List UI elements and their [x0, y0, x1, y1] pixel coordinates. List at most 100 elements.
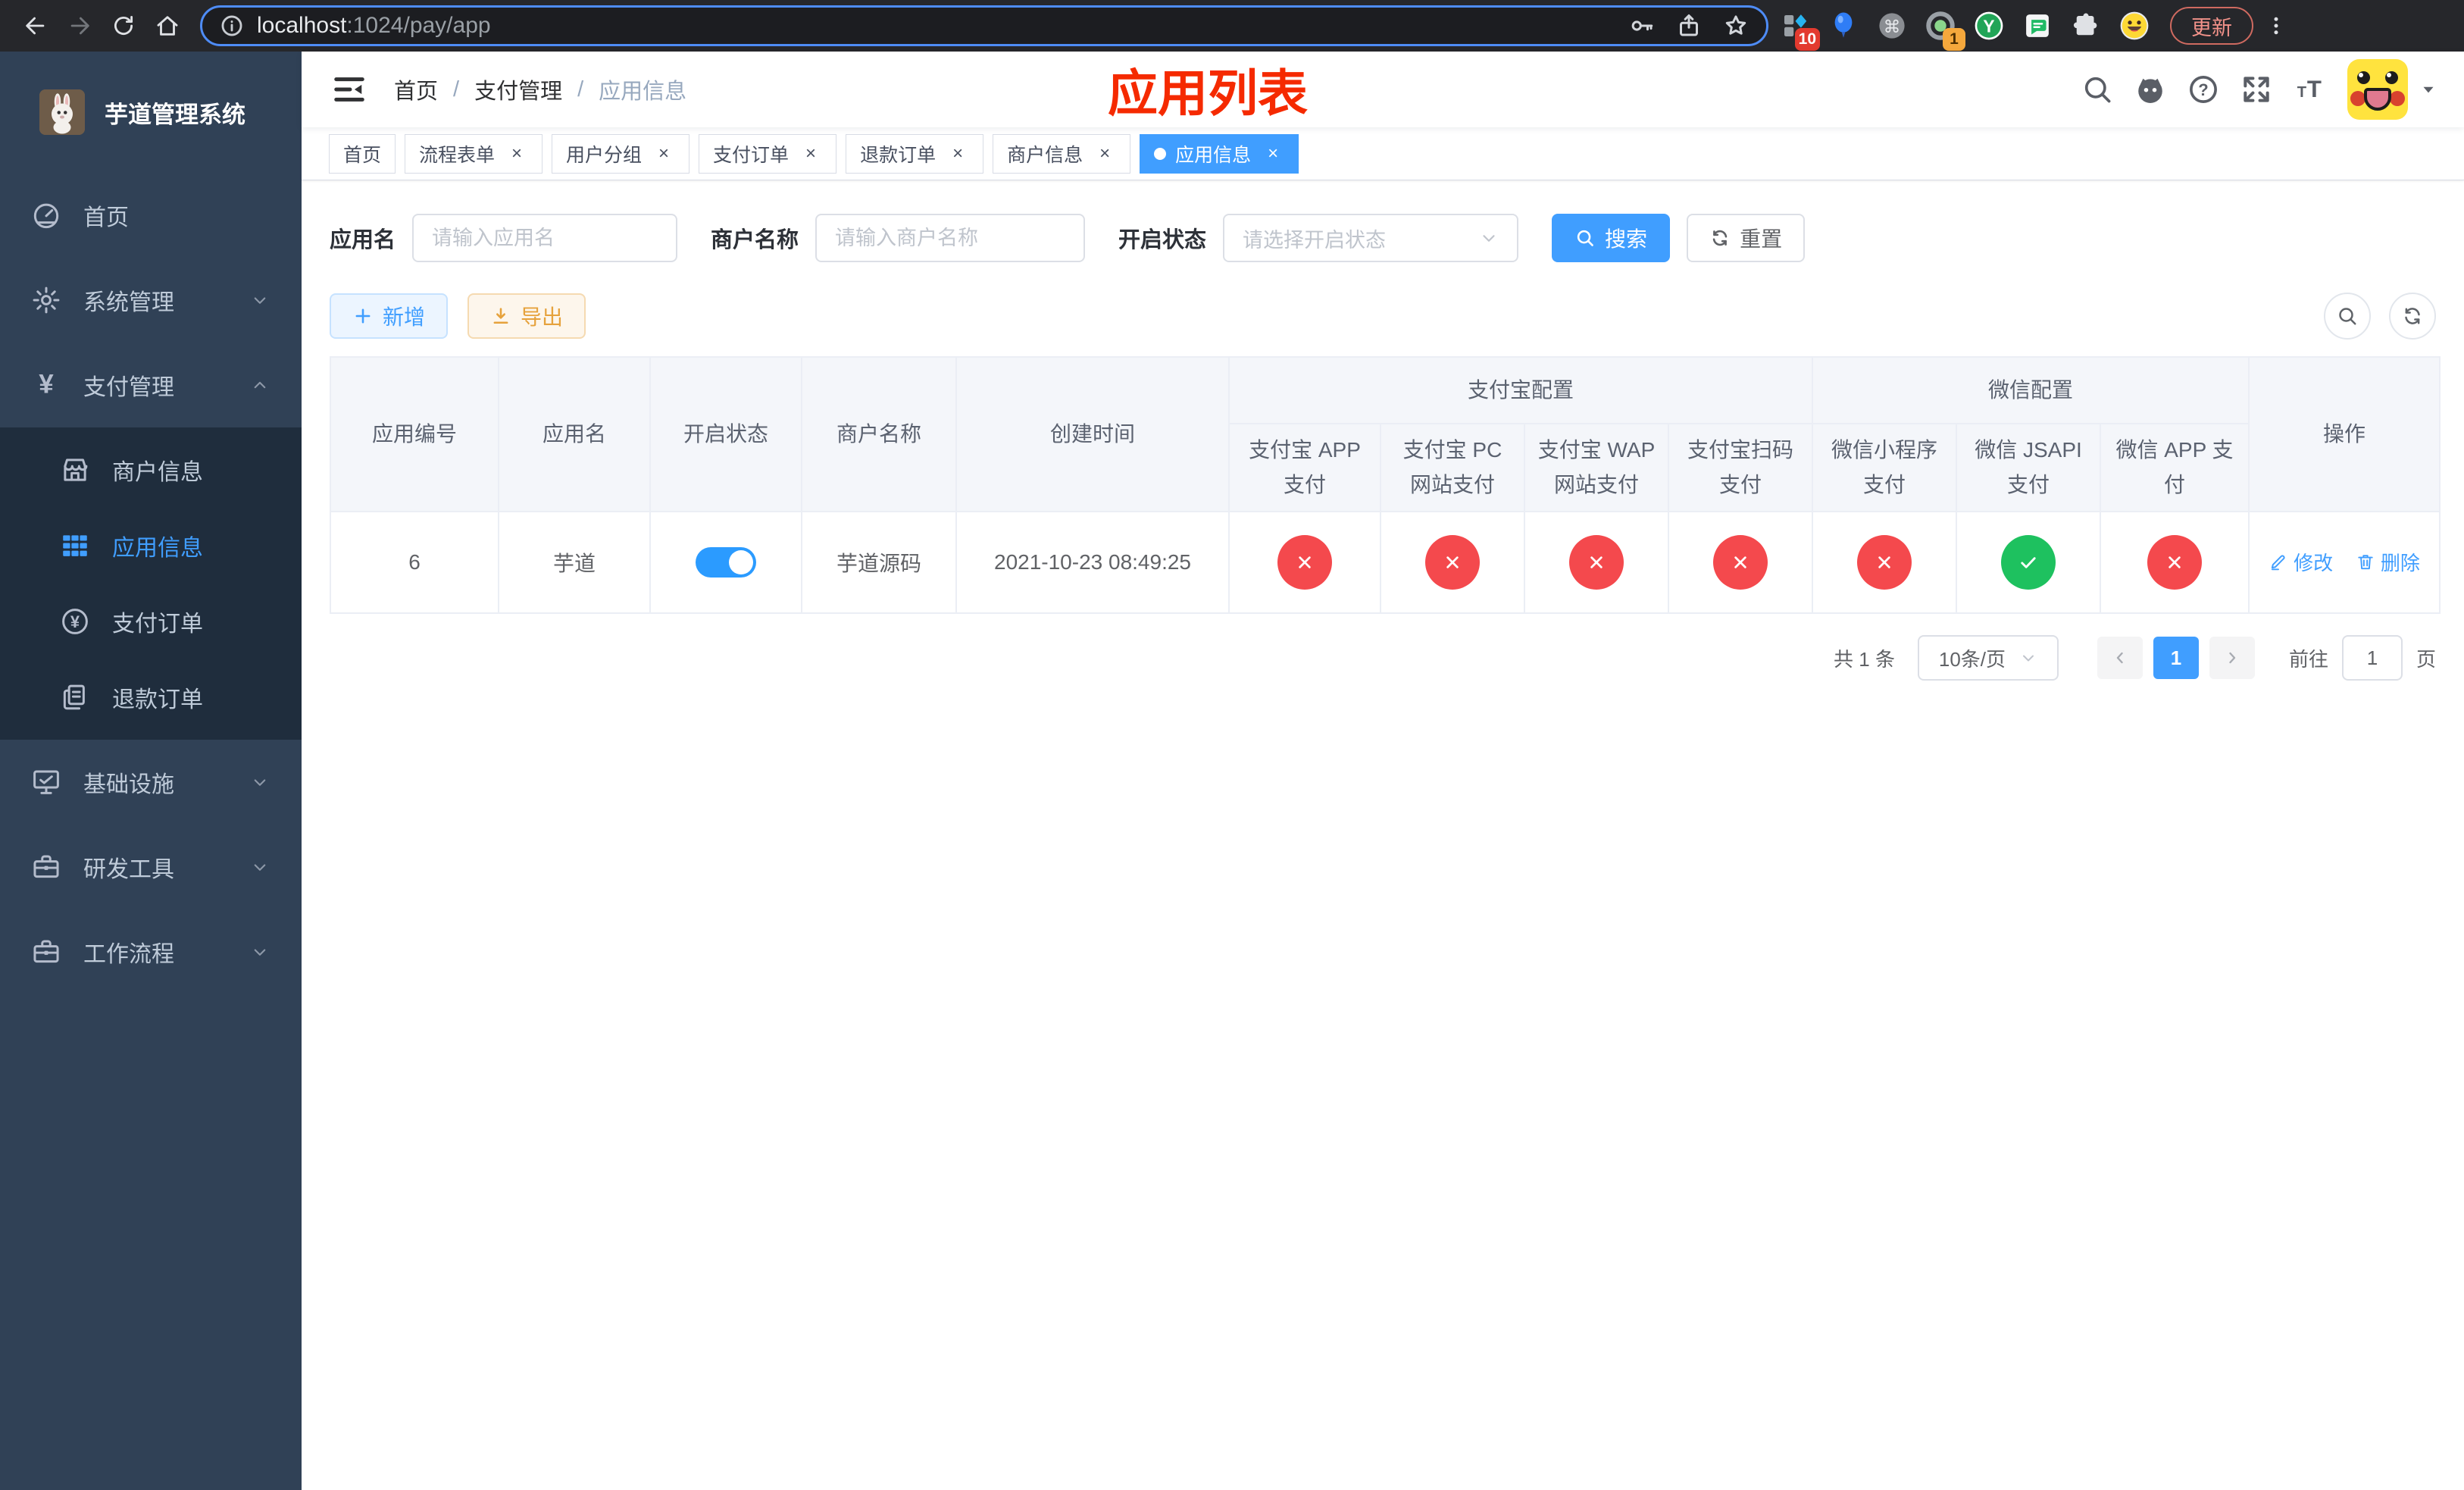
channel-status-cell	[1228, 511, 1381, 614]
status-select-placeholder: 请选择开启状态	[1243, 228, 1387, 252]
svg-text:?: ?	[2198, 80, 2208, 99]
pagination-total: 共 1 条	[1834, 647, 1895, 671]
svg-text:¥: ¥	[39, 370, 54, 399]
sidebar-item-merchant-info[interactable]: 商户信息	[0, 432, 302, 508]
forward-icon[interactable]	[58, 4, 102, 48]
extension-y-icon[interactable]: Y	[1967, 2, 2011, 49]
col-wx-app: 微信 APP 支付	[2100, 423, 2250, 512]
extensions-puzzle-icon[interactable]	[2064, 2, 2108, 49]
col-alipay-wap: 支付宝 WAP 网站支付	[1524, 423, 1669, 512]
breadcrumb-payment[interactable]: 支付管理	[474, 74, 562, 105]
col-app-id: 应用编号	[330, 356, 499, 512]
delete-link[interactable]: 删除	[2356, 548, 2420, 576]
sidebar-item-workflow[interactable]: 工作流程	[0, 909, 302, 994]
sidebar-collapse-icon[interactable]	[332, 72, 367, 107]
extension-balloon-icon[interactable]	[1821, 2, 1865, 49]
page-size-select[interactable]: 10条/页	[1917, 635, 2059, 681]
channel-status-cell	[1380, 511, 1525, 614]
help-icon[interactable]: ?	[2187, 73, 2220, 106]
page-annotation: 应用列表	[1108, 65, 1308, 121]
info-icon[interactable]	[219, 13, 245, 39]
password-key-icon[interactable]	[1628, 12, 1656, 39]
refresh-button[interactable]	[2389, 293, 2436, 340]
add-button[interactable]: 新增	[330, 293, 449, 339]
font-size-icon[interactable]: TT	[2293, 73, 2326, 106]
svg-text:Y: Y	[1983, 16, 1994, 36]
prev-page-button[interactable]	[2097, 637, 2143, 679]
tab-close-icon[interactable]: ×	[1093, 142, 1116, 165]
chevron-down-icon	[249, 289, 271, 311]
sidebar-item-label: 商户信息	[112, 460, 203, 485]
chrome-menu-icon[interactable]	[2261, 6, 2291, 45]
delete-link-label: 删除	[2380, 551, 2420, 574]
tab-user-group[interactable]: 用户分组 ×	[552, 133, 690, 174]
goto-label: 前往	[2288, 647, 2328, 671]
sidebar-item-devtools[interactable]: 研发工具	[0, 825, 302, 909]
pagination: 共 1 条 10条/页 1 前往 页	[330, 635, 2436, 681]
sidebar-item-pay-order[interactable]: ¥ 支付订单	[0, 584, 302, 659]
svg-text:T: T	[2297, 84, 2307, 101]
app-name-input[interactable]	[412, 214, 678, 262]
chrome-update-button[interactable]: 更新	[2170, 7, 2253, 45]
search-button[interactable]: 搜索	[1552, 214, 1671, 262]
profile-avatar-icon[interactable]	[2112, 2, 2156, 49]
fullscreen-icon[interactable]	[2240, 73, 2273, 106]
home-icon[interactable]	[145, 4, 189, 48]
sidebar-item-home[interactable]: 首页	[0, 173, 302, 258]
tab-close-icon[interactable]: ×	[505, 142, 528, 165]
tab-merchant-info[interactable]: 商户信息 ×	[993, 133, 1131, 174]
extension-blocks-icon[interactable]: 10	[1773, 2, 1820, 51]
edit-link[interactable]: 修改	[2269, 548, 2333, 576]
extension-badge: 1	[1943, 28, 1965, 51]
back-icon[interactable]	[14, 4, 58, 48]
toggle-search-button[interactable]	[2324, 293, 2371, 340]
logo[interactable]: 芋道管理系统	[0, 52, 302, 173]
tab-app-info[interactable]: 应用信息 ×	[1140, 133, 1299, 174]
search-icon[interactable]	[2081, 73, 2114, 106]
sidebar-item-payment[interactable]: ¥ 支付管理	[0, 343, 302, 427]
status-select[interactable]: 请选择开启状态	[1223, 214, 1519, 262]
reload-icon[interactable]	[102, 4, 145, 48]
merchant-name-input[interactable]	[815, 214, 1086, 262]
sidebar-item-app-info[interactable]: 应用信息	[0, 508, 302, 584]
tab-label: 退款订单	[860, 144, 937, 166]
sidebar-item-label: 支付管理	[83, 375, 174, 400]
sidebar-item-refund-order[interactable]: 退款订单	[0, 659, 302, 735]
col-wx-jsapi: 微信 JSAPI 支付	[1956, 423, 2102, 512]
sidebar-item-system[interactable]: 系统管理	[0, 258, 302, 343]
chevron-down-icon[interactable]	[2419, 80, 2438, 99]
sidebar-item-label: 系统管理	[83, 290, 174, 315]
tab-refund-order[interactable]: 退款订单 ×	[846, 133, 984, 174]
current-page-button[interactable]: 1	[2153, 637, 2199, 679]
tab-close-icon[interactable]: ×	[799, 142, 822, 165]
tab-close-icon[interactable]: ×	[946, 142, 969, 165]
next-page-button[interactable]	[2209, 637, 2255, 679]
user-avatar[interactable]	[2347, 59, 2408, 120]
export-button[interactable]: 导出	[467, 293, 586, 339]
svg-text:⌘: ⌘	[1884, 17, 1901, 36]
sidebar-item-label: 工作流程	[83, 942, 174, 967]
sidebar-submenu-payment: 商户信息应用信息 ¥ 支付订单 退款订单	[0, 427, 302, 740]
bookmark-star-icon[interactable]	[1722, 12, 1750, 39]
navbar: 首页 / 支付管理 / 应用信息 应用列表 ? TT	[302, 52, 2464, 127]
tab-home[interactable]: 首页	[329, 133, 396, 174]
enabled-toggle[interactable]	[696, 547, 756, 578]
tab-label: 用户分组	[566, 144, 643, 166]
sidebar-item-infrastructure[interactable]: 基础设施	[0, 740, 302, 825]
extension-chat-icon[interactable]	[2015, 2, 2059, 49]
url-bar[interactable]: localhost:1024/pay/app	[200, 5, 1768, 46]
tab-close-icon[interactable]: ×	[1262, 142, 1284, 165]
github-icon[interactable]	[2134, 73, 2167, 106]
extension-recorder-icon[interactable]: 1	[1918, 2, 1965, 51]
extension-command-icon[interactable]: ⌘	[1870, 2, 1914, 49]
sidebar-item-label: 应用信息	[112, 536, 203, 561]
tab-pay-order[interactable]: 支付订单 ×	[699, 133, 837, 174]
tab-close-icon[interactable]: ×	[652, 142, 675, 165]
enabled-check-icon	[2001, 535, 2056, 590]
goto-page-input[interactable]	[2341, 635, 2403, 681]
share-icon[interactable]	[1675, 12, 1703, 39]
reset-button[interactable]: 重置	[1687, 214, 1806, 262]
sidebar-item-label: 基础设施	[83, 772, 174, 797]
breadcrumb-home[interactable]: 首页	[394, 74, 438, 105]
tab-process-form[interactable]: 流程表单 ×	[405, 133, 543, 174]
